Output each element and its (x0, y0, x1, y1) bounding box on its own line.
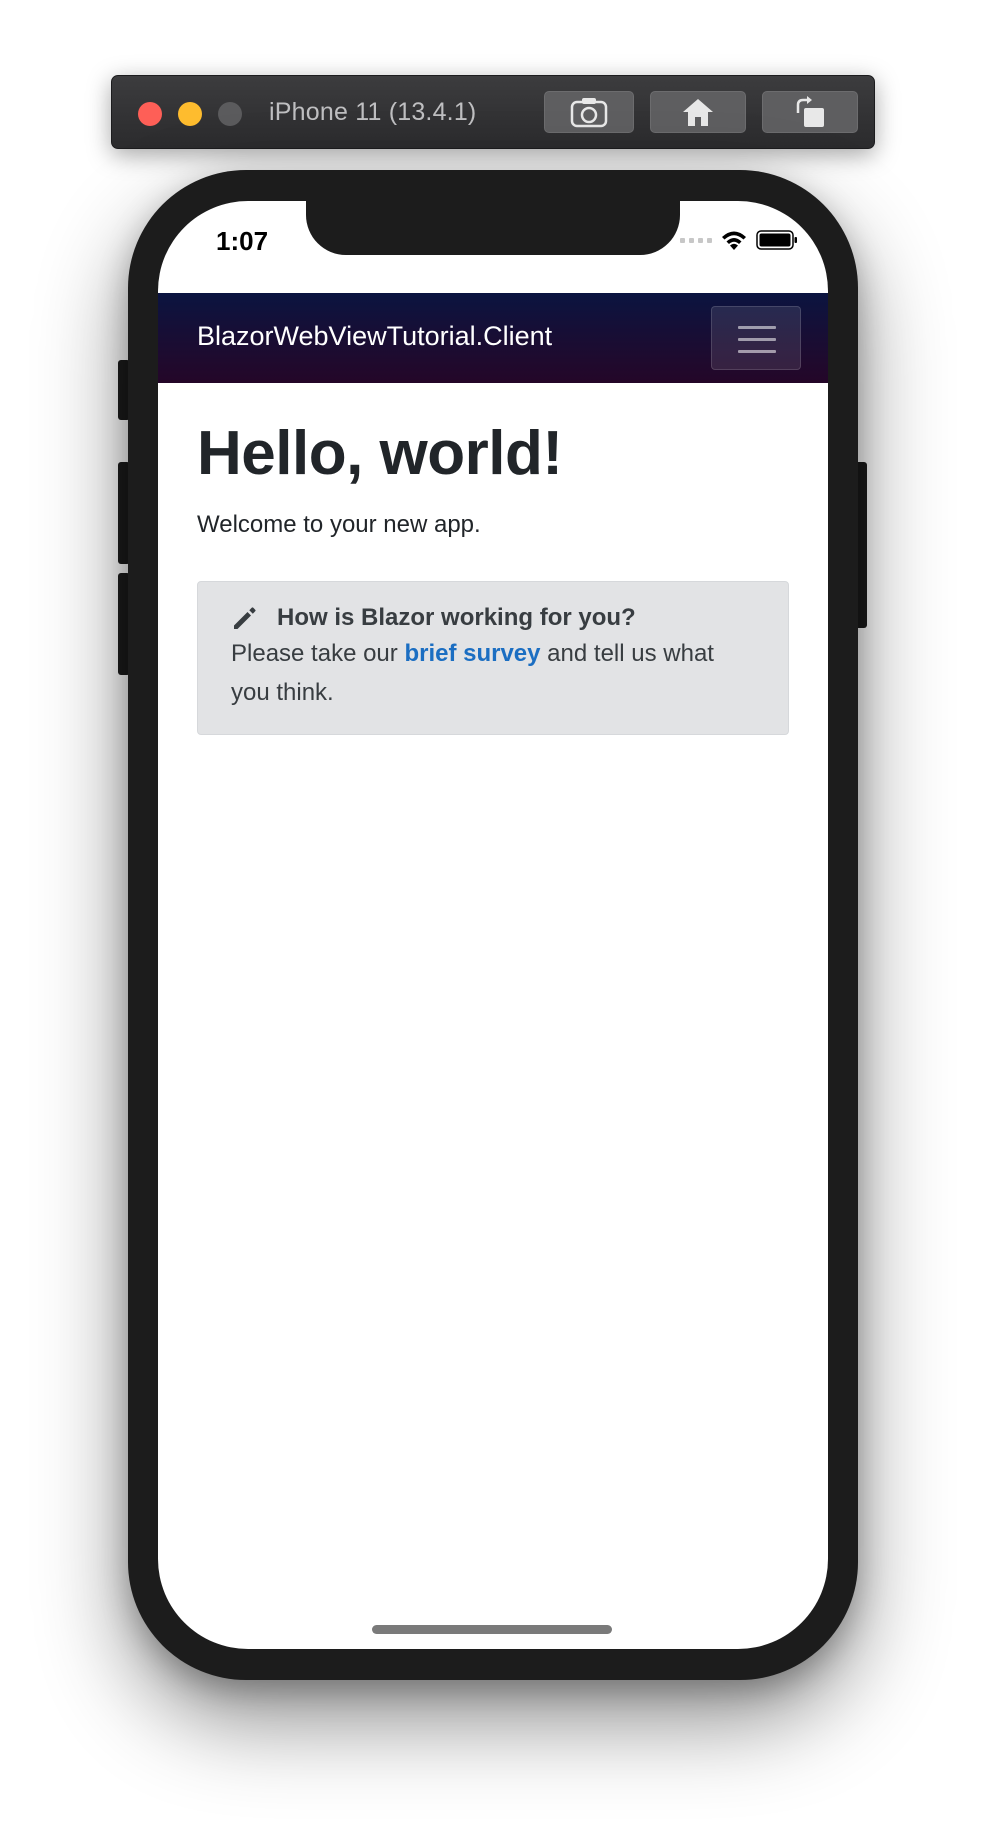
survey-text-before: Please take our (231, 640, 405, 668)
simulator-stage: iPhone 11 (13.4.1) 1:07 BlazorWebViewTut… (0, 0, 986, 1828)
survey-title-row: How is Blazor working for you? (231, 604, 755, 632)
screenshot-button[interactable] (544, 91, 634, 133)
zoom-window-button[interactable] (218, 102, 242, 126)
home-button[interactable] (650, 91, 746, 133)
survey-title: How is Blazor working for you? (277, 604, 636, 632)
phone-frame: 1:07 BlazorWebViewTutorial.Client Hello,… (128, 170, 858, 1680)
brief-survey-link[interactable]: brief survey (404, 640, 540, 667)
wifi-icon (722, 231, 746, 250)
navbar-brand-link[interactable]: BlazorWebViewTutorial.Client (197, 321, 552, 352)
signal-dots-icon (680, 237, 712, 243)
simulator-toolbar: iPhone 11 (13.4.1) (111, 75, 875, 149)
notch (306, 201, 680, 255)
page-heading: Hello, world! (197, 419, 563, 488)
simulator-title: iPhone 11 (13.4.1) (269, 98, 477, 126)
navbar-toggler-button[interactable] (711, 306, 801, 370)
survey-prompt: How is Blazor working for you? Please ta… (197, 581, 789, 736)
battery-icon (756, 230, 797, 250)
hamburger-menu-icon (738, 326, 776, 362)
rotate-icon (796, 96, 824, 127)
close-window-button[interactable] (138, 102, 162, 126)
welcome-text: Welcome to your new app. (197, 511, 481, 539)
rotate-button[interactable] (762, 91, 858, 133)
phone-screen: 1:07 BlazorWebViewTutorial.Client Hello,… (158, 201, 828, 1649)
status-icons (680, 228, 798, 252)
survey-text: Please take our brief survey and tell us… (231, 634, 755, 712)
camera-icon (570, 98, 608, 128)
top-navbar: BlazorWebViewTutorial.Client (158, 293, 828, 383)
minimize-window-button[interactable] (178, 102, 202, 126)
pencil-icon (234, 607, 256, 630)
home-indicator[interactable] (372, 1625, 612, 1634)
home-icon (683, 99, 713, 126)
status-time: 1:07 (216, 226, 269, 256)
main-content: Hello, world! Welcome to your new app. H… (197, 383, 791, 736)
